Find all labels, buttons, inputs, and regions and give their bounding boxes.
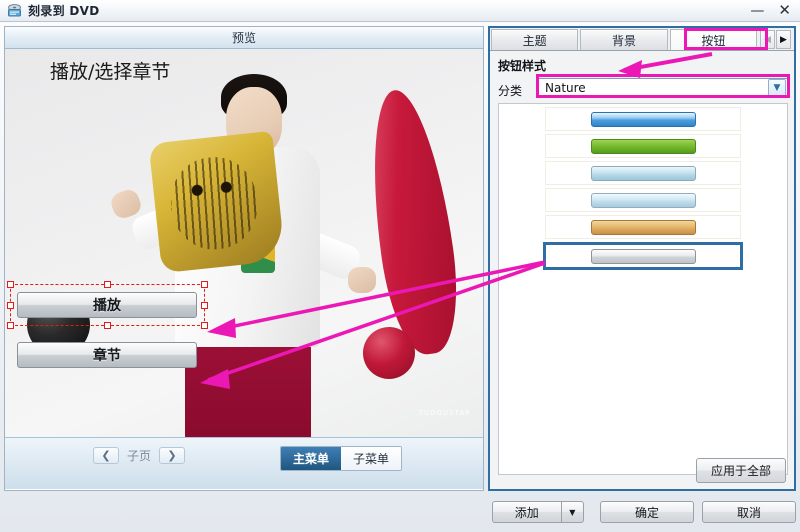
close-button[interactable]: ✕ (778, 3, 791, 18)
menu-type-tabs: 主菜单 子菜单 (280, 446, 403, 471)
menu-background-photo: TUDOUSTAR (5, 49, 483, 437)
tab-scroll-left-icon[interactable]: ◀ (759, 30, 775, 49)
next-subpage-icon[interactable]: ❯ (159, 447, 186, 464)
style-swatch-blue (590, 111, 696, 127)
application-window: 刻录到 DVD — ✕ 预览 TUDOUSTAR 播放/选择章节 播放 章节 ❮… (0, 0, 800, 532)
tiger-scarf-shape (148, 130, 286, 274)
menu-button-chapter[interactable]: 章节 (17, 342, 197, 368)
list-item[interactable] (545, 188, 741, 212)
button-style-heading: 按钮样式 (498, 59, 547, 73)
list-item[interactable] (545, 161, 741, 185)
minimize-button[interactable]: — (750, 4, 764, 18)
red-club-shape (358, 85, 468, 359)
panel-tabs: 主题 背景 按钮 ◀ ▶ (490, 28, 794, 50)
category-combobox[interactable]: Nature ▼ (538, 78, 788, 98)
button-settings-panel: 主题 背景 按钮 ◀ ▶ 按钮样式 分类 Nature ▼ 应用于全部 (488, 26, 796, 491)
preview-footer: ❮ 子页 ❯ 主菜单 子菜单 (5, 437, 483, 489)
category-selected-value: Nature (545, 81, 586, 95)
menu-button-play[interactable]: 播放 (17, 292, 197, 318)
chevron-down-icon[interactable]: ▼ (768, 79, 786, 97)
window-title: 刻录到 DVD (28, 4, 100, 18)
tab-scroll-controls: ◀ ▶ (758, 28, 794, 50)
prev-subpage-icon[interactable]: ❮ (93, 447, 119, 464)
subpage-navigation: ❮ 子页 ❯ (93, 447, 186, 464)
style-swatch-lightblue (590, 165, 696, 181)
tab-button[interactable]: 按钮 (669, 29, 757, 50)
style-swatch-gray (590, 248, 696, 264)
preview-canvas[interactable]: TUDOUSTAR 播放/选择章节 播放 章节 (5, 49, 483, 437)
subpage-label: 子页 (127, 449, 152, 463)
tab-main-menu[interactable]: 主菜单 (281, 447, 342, 470)
cancel-button[interactable]: 取消 (702, 501, 797, 523)
list-item[interactable] (545, 107, 741, 131)
add-dropdown-icon[interactable]: ▼ (560, 501, 585, 523)
black-club-shape (5, 49, 127, 307)
right-hand-shape (348, 267, 376, 293)
photo-watermark: TUDOUSTAR (418, 409, 471, 417)
style-swatch-paleblue (590, 192, 696, 208)
title-bar: 刻录到 DVD — ✕ (0, 0, 800, 22)
add-button[interactable]: 添加 (492, 501, 561, 523)
tab-sub-menu[interactable]: 子菜单 (341, 447, 402, 470)
dialog-action-bar: 添加 ▼ 确定 取消 (488, 496, 797, 528)
dvd-burner-icon (7, 4, 22, 17)
preview-header: 预览 (5, 27, 483, 49)
ok-button[interactable]: 确定 (600, 501, 695, 523)
list-item-selected[interactable] (543, 242, 743, 270)
list-item[interactable] (545, 215, 741, 239)
panel-body: 按钮样式 分类 Nature ▼ 应用于全部 (490, 50, 794, 489)
category-label: 分类 (498, 84, 523, 98)
tab-scroll-right-icon[interactable]: ▶ (775, 30, 791, 49)
style-swatch-tan (590, 219, 696, 235)
tab-theme[interactable]: 主题 (491, 29, 579, 50)
window-controls: — ✕ (750, 3, 791, 18)
list-item[interactable] (545, 134, 741, 158)
tab-background[interactable]: 背景 (580, 29, 668, 50)
preview-pane: 预览 TUDOUSTAR 播放/选择章节 播放 章节 ❮ 子页 ❯ 主菜单 子菜… (4, 26, 484, 491)
menu-title-text[interactable]: 播放/选择章节 (50, 57, 170, 84)
style-swatch-green (590, 138, 696, 154)
red-ball-shape (363, 327, 415, 379)
pants-shape (185, 332, 311, 437)
button-style-list[interactable] (498, 103, 788, 475)
apply-to-all-button[interactable]: 应用于全部 (695, 458, 786, 483)
